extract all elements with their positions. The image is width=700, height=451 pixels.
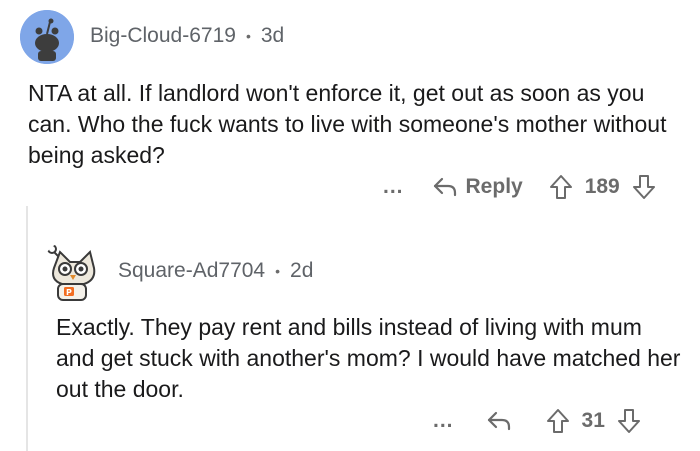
user-avatar[interactable]: P [40,240,104,304]
reddit-snoo-avatar-icon [20,10,74,64]
user-avatar[interactable] [20,10,74,64]
username[interactable]: Square-Ad7704 [118,259,265,283]
comment-actions: ... Reply 189 [383,174,656,200]
comment-age: 2d [290,259,314,282]
comment-age: 3d [260,24,285,47]
reply-body: Exactly. They pay rent and bills instead… [56,314,681,402]
meta-separator: • [245,28,251,44]
upvote-button[interactable] [549,174,573,200]
username[interactable]: Big-Cloud-6719 [90,24,236,48]
reply-arrow-icon [433,177,456,197]
thread-line[interactable] [26,206,28,451]
reply-label: Reply [465,175,523,198]
upvote-arrow-icon [546,409,569,433]
more-options-button[interactable]: ... [383,175,404,199]
reply-button[interactable]: Reply [432,175,523,199]
reply-button[interactable] [486,410,512,432]
reply-meta: Square-Ad7704 • 2d [118,259,313,283]
upvote-button[interactable] [546,408,570,434]
comment-meta: Big-Cloud-6719 • 3d [90,24,284,48]
more-options-button[interactable]: ... [433,409,454,433]
downvote-arrow-icon [617,409,640,433]
vote-score: 189 [584,175,620,198]
meta-separator: • [275,263,281,279]
vote-score: 31 [581,409,605,432]
comment-body: NTA at all. If landlord won't enforce it… [28,80,667,168]
upvote-arrow-icon [549,175,572,199]
downvote-button[interactable] [617,408,641,434]
snoo-owl-costume-avatar-icon: P [40,240,104,304]
reply-arrow-icon [487,411,510,431]
reply-actions: ... 31 [433,408,641,434]
downvote-button[interactable] [632,174,656,200]
svg-text:P: P [66,288,72,297]
downvote-arrow-icon [632,175,655,199]
